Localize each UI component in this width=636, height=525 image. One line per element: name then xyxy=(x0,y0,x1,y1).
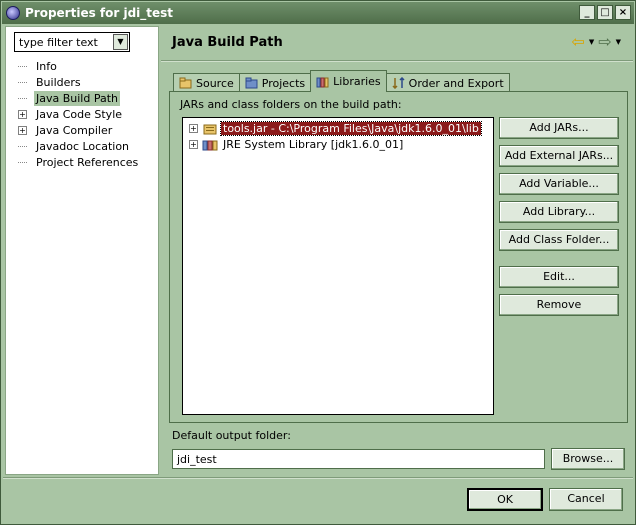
property-tree: Info Builders Java Build Path + Java Cod… xyxy=(18,58,140,170)
order-export-icon xyxy=(392,77,405,89)
bottom-separator xyxy=(3,477,633,479)
library-label: tools.jar - C:\Program Files\Java\jdk1.6… xyxy=(220,121,482,136)
property-nav-pane: ▼ Info Builders Java Build Path + Java C… xyxy=(5,26,159,475)
tree-line xyxy=(18,145,27,147)
tree-line xyxy=(18,97,27,99)
title-separator xyxy=(161,60,633,62)
add-class-folder-button[interactable]: Add Class Folder... xyxy=(499,229,619,251)
tab-libraries[interactable]: Libraries xyxy=(310,70,387,92)
chevron-down-icon[interactable]: ▼ xyxy=(589,38,594,46)
window-title: Properties for jdi_test xyxy=(25,6,174,20)
tree-item-label: Builders xyxy=(36,75,81,89)
close-button[interactable]: × xyxy=(615,5,631,20)
libraries-icon xyxy=(316,77,329,87)
tab-label: Projects xyxy=(261,76,306,90)
source-folder-icon xyxy=(179,77,192,89)
tree-item-label: Info xyxy=(36,59,57,73)
tab-projects[interactable]: Projects xyxy=(238,73,312,92)
libraries-panel: JARs and class folders on the build path… xyxy=(169,91,628,423)
minimize-button[interactable]: _ xyxy=(579,5,595,20)
expand-icon[interactable]: + xyxy=(18,125,27,135)
browse-button[interactable]: Browse... xyxy=(551,448,625,470)
library-list[interactable]: + tools.jar - C:\Program Files\Java\jdk1… xyxy=(182,117,494,415)
library-label: JRE System Library [jdk1.6.0_01] xyxy=(223,138,404,151)
tree-item-builders[interactable]: Builders xyxy=(18,74,140,90)
list-item[interactable]: + tools.jar - C:\Program Files\Java\jdk1… xyxy=(189,121,482,136)
property-page: Java Build Path ⇦ ▼ ⇨ ▼ Source Projects … xyxy=(161,26,633,475)
libraries-label: JARs and class folders on the build path… xyxy=(180,98,402,111)
add-jars-button[interactable]: Add JARs... xyxy=(499,117,619,139)
expand-icon[interactable]: + xyxy=(18,109,27,119)
tab-source[interactable]: Source xyxy=(173,73,240,92)
tree-item-project-references[interactable]: Project References xyxy=(18,154,140,170)
add-library-button[interactable]: Add Library... xyxy=(499,201,619,223)
tree-item-java-code-style[interactable]: + Java Code Style xyxy=(18,106,140,122)
expand-icon[interactable]: + xyxy=(189,140,198,149)
tab-order-export[interactable]: Order and Export xyxy=(385,73,510,92)
tree-item-label: Java Code Style xyxy=(36,107,123,121)
build-path-tabs: Source Projects Libraries Order and Expo… xyxy=(173,70,510,92)
chevron-down-icon[interactable]: ▼ xyxy=(113,34,128,50)
projects-icon xyxy=(245,77,258,89)
filter-combo[interactable]: ▼ xyxy=(14,32,130,52)
title-bar[interactable]: Properties for jdi_test _ □ × xyxy=(2,2,634,24)
tab-label: Libraries xyxy=(333,75,381,88)
tree-line xyxy=(18,81,27,83)
add-variable-button[interactable]: Add Variable... xyxy=(499,173,619,195)
edit-button[interactable]: Edit... xyxy=(499,266,619,288)
jar-icon xyxy=(203,124,217,134)
forward-arrow-icon[interactable]: ⇨ xyxy=(598,34,611,50)
tree-item-javadoc-location[interactable]: Javadoc Location xyxy=(18,138,140,154)
tree-item-label: Javadoc Location xyxy=(36,139,130,153)
tab-label: Source xyxy=(196,76,234,90)
eclipse-icon xyxy=(6,6,20,20)
tree-line xyxy=(18,65,27,67)
tree-item-info[interactable]: Info xyxy=(18,58,140,74)
tree-item-java-compiler[interactable]: + Java Compiler xyxy=(18,122,140,138)
add-external-jars-button[interactable]: Add External JARs... xyxy=(499,145,619,167)
window-controls: _ □ × xyxy=(579,5,631,20)
library-icon xyxy=(202,140,218,150)
filter-input[interactable] xyxy=(15,33,112,51)
output-folder-field[interactable]: jdi_test xyxy=(172,449,545,469)
tree-line xyxy=(18,161,27,163)
expand-icon[interactable]: + xyxy=(189,124,198,133)
tree-item-label: Java Compiler xyxy=(36,123,113,137)
remove-button[interactable]: Remove xyxy=(499,294,619,316)
history-nav: ⇦ ▼ ⇨ ▼ xyxy=(571,34,621,50)
page-title: Java Build Path xyxy=(172,35,283,50)
ok-button[interactable]: OK xyxy=(467,488,543,511)
output-folder-label: Default output folder: xyxy=(172,429,291,442)
list-item[interactable]: + JRE System Library [jdk1.6.0_01] xyxy=(189,137,405,152)
tree-item-label: Project References xyxy=(36,155,139,169)
cancel-button[interactable]: Cancel xyxy=(549,488,623,511)
properties-dialog: Properties for jdi_test _ □ × ▼ Info Bui… xyxy=(0,0,636,525)
back-arrow-icon[interactable]: ⇦ xyxy=(571,34,584,50)
tree-item-java-build-path[interactable]: Java Build Path xyxy=(18,90,140,106)
maximize-button[interactable]: □ xyxy=(597,5,613,20)
tab-label: Order and Export xyxy=(408,76,504,90)
tree-item-label: Java Build Path xyxy=(34,90,121,106)
chevron-down-icon[interactable]: ▼ xyxy=(616,38,621,46)
